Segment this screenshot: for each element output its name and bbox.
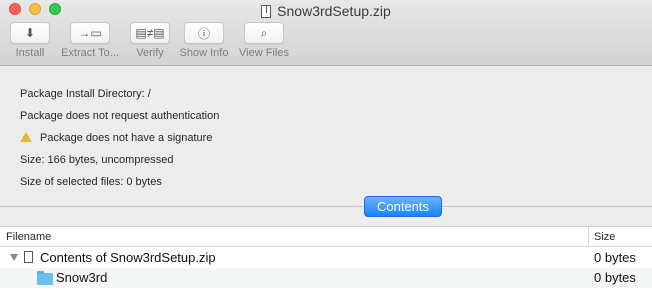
table-row[interactable]: Snow3rd 0 bytes — [0, 268, 652, 288]
view-files-label: View Files — [239, 47, 289, 59]
file-name: Snow3rd — [56, 270, 108, 285]
title-bar: Snow3rdSetup.zip ⬇ Install →▭ Extract To… — [0, 0, 652, 66]
warning-icon — [20, 132, 32, 142]
selected-size-text: Size of selected files: 0 bytes — [20, 176, 162, 188]
signature-text: Package does not have a signature — [40, 132, 213, 144]
table-row[interactable]: Contents of Snow3rdSetup.zip 0 bytes — [0, 248, 652, 268]
install-button[interactable]: ⬇ Install — [0, 22, 60, 64]
show-info-label: Show Info — [179, 47, 229, 59]
file-table: Filename Size Contents of Snow3rdSetup.z… — [0, 226, 652, 307]
divider-left — [0, 206, 364, 207]
file-size: 0 bytes — [594, 270, 636, 285]
contents-button[interactable]: Contents — [364, 196, 442, 217]
window-title: Snow3rdSetup.zip — [0, 2, 652, 20]
file-size: 0 bytes — [594, 250, 636, 265]
folder-icon — [37, 271, 53, 285]
authentication-text: Package does not request authentication — [20, 110, 220, 122]
document-icon — [24, 251, 33, 263]
window-title-text: Snow3rdSetup.zip — [277, 3, 391, 19]
extract-to-label: Extract To... — [61, 47, 119, 59]
package-size-text: Size: 166 bytes, uncompressed — [20, 154, 174, 166]
size-column-header[interactable]: Size — [594, 231, 615, 243]
info-icon[interactable]: ⓘ — [184, 22, 224, 44]
extract-folder-icon[interactable]: →▭ — [70, 22, 110, 44]
filename-column-header[interactable]: Filename — [6, 231, 51, 243]
table-header: Filename Size — [0, 227, 652, 247]
show-info-button[interactable]: ⓘ Show Info — [174, 22, 234, 64]
verify-icon[interactable]: ▤≠▤ — [130, 22, 170, 44]
divider-right — [442, 206, 652, 207]
install-label: Install — [15, 47, 45, 59]
install-directory-text: Package Install Directory: / — [20, 88, 151, 100]
download-arrow-icon[interactable]: ⬇ — [10, 22, 50, 44]
column-separator[interactable] — [588, 227, 589, 247]
verify-label: Verify — [136, 47, 164, 59]
view-files-button[interactable]: ⌕ View Files — [234, 22, 294, 64]
verify-button[interactable]: ▤≠▤ Verify — [120, 22, 180, 64]
extract-to-button[interactable]: →▭ Extract To... — [60, 22, 120, 64]
magnifier-icon[interactable]: ⌕ — [244, 22, 284, 44]
file-name: Contents of Snow3rdSetup.zip — [40, 250, 216, 265]
document-icon — [261, 4, 272, 18]
disclosure-triangle-icon[interactable] — [10, 254, 18, 261]
signature-row: Package does not have a signature — [20, 131, 212, 145]
